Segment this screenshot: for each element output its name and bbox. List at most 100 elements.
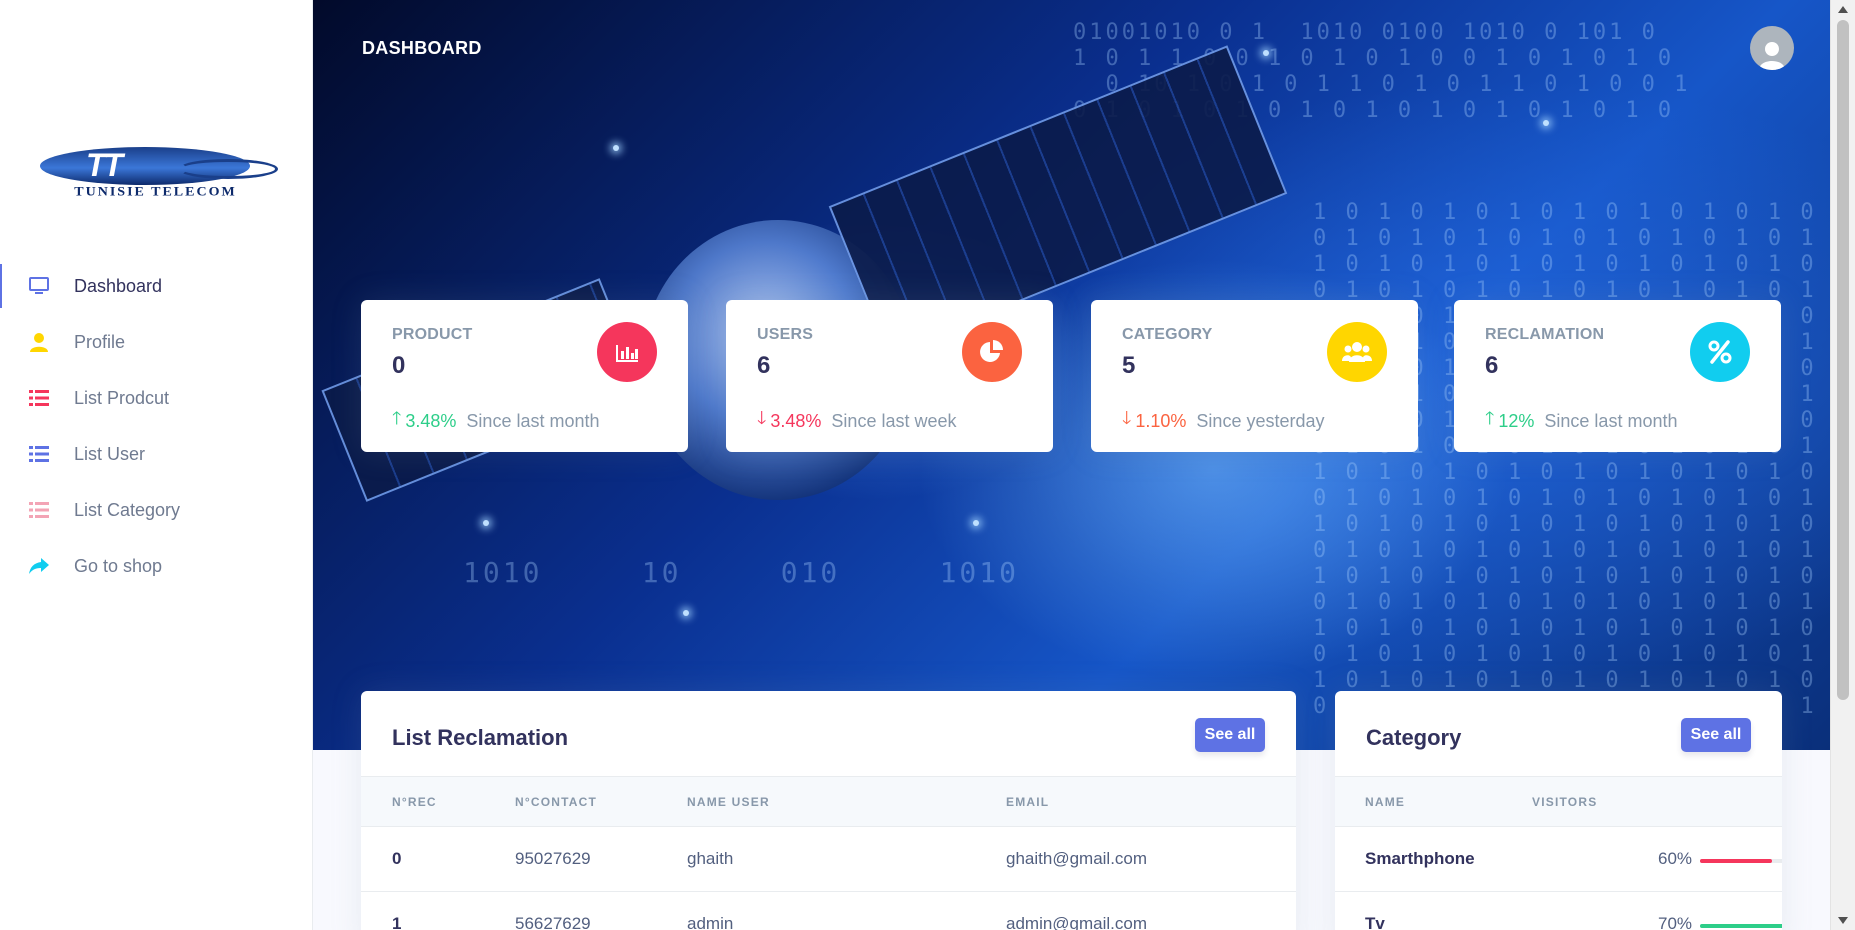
avatar[interactable] <box>1750 26 1794 70</box>
sidebar-item-label: List User <box>74 443 146 464</box>
cell-rec-number: 1 <box>392 914 402 930</box>
cell-user-name: ghaith <box>687 849 734 868</box>
progress-fill <box>1700 924 1782 928</box>
arrow-up-icon: 🡑 <box>1485 408 1495 428</box>
background-decoration <box>613 145 619 151</box>
stat-footer: 🡑 3.48% Since last month <box>392 406 600 436</box>
sidebar-item-dashboard[interactable]: Dashboard <box>0 258 313 314</box>
logo-swoosh <box>178 159 278 179</box>
column-header[interactable]: N°REC <box>392 795 437 809</box>
logo-text: TUNISIE TELECOM <box>74 185 237 200</box>
cell-visitors-percent: 60% <box>1658 849 1693 868</box>
sidebar-item-list-category[interactable]: List Category <box>0 482 313 538</box>
logo-mark: TT <box>86 147 123 183</box>
stat-since: Since last month <box>466 410 600 431</box>
cell-email: ghaith@gmail.com <box>1006 849 1148 868</box>
table-row[interactable]: Tv 70% <box>1335 892 1782 930</box>
table-header: NAME VISITORS <box>1335 777 1782 827</box>
share-arrow-icon <box>28 555 50 577</box>
table-row[interactable]: 0 95027629 ghaith ghaith@gmail.com <box>361 827 1296 892</box>
stat-footer: 🡑 12% Since last month <box>1485 406 1677 436</box>
sidebar-item-label: Profile <box>74 331 126 352</box>
scroll-down-arrow-icon[interactable] <box>1838 917 1848 924</box>
see-all-category-button[interactable]: See all <box>1681 718 1751 752</box>
stat-percent: 3.48% <box>405 410 457 431</box>
cell-contact: 95027629 <box>515 849 591 868</box>
page-scrollbar[interactable] <box>1830 0 1855 930</box>
page-title: DASHBOARD <box>362 38 482 58</box>
stat-percent: 3.48% <box>770 410 822 431</box>
stat-card-reclamation[interactable]: RECLAMATION 6 🡑 12% Since last month <box>1454 300 1781 452</box>
cell-user-name: admin <box>687 914 734 930</box>
sidebar-item-list-product[interactable]: List Prodcut <box>0 370 313 426</box>
background-decoration <box>1263 50 1269 56</box>
user-avatar-icon <box>1759 42 1785 70</box>
progress-track <box>1700 924 1782 928</box>
column-header[interactable]: NAME USER <box>687 795 770 809</box>
stat-card-category[interactable]: CATEGORY 5 🡓 1.10% Since yesterday <box>1091 300 1418 452</box>
percent-icon <box>1690 322 1750 382</box>
see-all-reclamations-button[interactable]: See all <box>1195 718 1265 752</box>
column-header[interactable]: N°CONTACT <box>515 795 597 809</box>
background-decoration <box>1543 120 1549 126</box>
sidebar-item-label: Go to shop <box>74 555 163 576</box>
user-icon <box>28 331 50 353</box>
background-decoration <box>483 520 489 526</box>
background-decoration <box>973 520 979 526</box>
pie-chart-icon <box>962 322 1022 382</box>
arrow-down-icon: 🡓 <box>1122 408 1132 428</box>
column-header[interactable]: VISITORS <box>1532 795 1597 809</box>
reclamation-table-card: List Reclamation See all N°REC N°CONTACT… <box>361 691 1296 930</box>
cell-rec-number: 0 <box>392 849 402 868</box>
sidebar-item-go-to-shop[interactable]: Go to shop <box>0 538 313 594</box>
stat-card-product[interactable]: PRODUCT 0 🡑 3.48% Since last month <box>361 300 688 452</box>
table-row[interactable]: 1 56627629 admin admin@gmail.com <box>361 892 1296 930</box>
cell-category-name: Smarthphone <box>1365 849 1475 868</box>
scroll-up-arrow-icon[interactable] <box>1838 6 1848 13</box>
card-title: Category <box>1366 725 1462 750</box>
sidebar: TT TUNISIE TELECOM Dashboard Profile Lis… <box>0 0 313 930</box>
list-icon <box>28 499 50 521</box>
category-table-card: Category See all NAME VISITORS Smarthpho… <box>1335 691 1782 930</box>
stat-since: Since last month <box>1544 410 1678 431</box>
sidebar-item-label: List Category <box>74 499 181 520</box>
stat-percent: 12% <box>1498 410 1535 431</box>
card-header: List Reclamation See all <box>361 691 1296 777</box>
cell-category-name: Tv <box>1365 914 1385 930</box>
table-row[interactable]: Smarthphone 60% <box>1335 827 1782 892</box>
background-decoration: 1 0 1 0 1 0 1 0 1 0 1 0 1 0 1 0 1 0 0 1 … <box>1313 200 1817 719</box>
sidebar-item-label: List Prodcut <box>74 387 170 408</box>
column-header[interactable]: EMAIL <box>1006 795 1049 809</box>
list-icon <box>28 443 50 465</box>
cell-contact: 56627629 <box>515 914 591 930</box>
stat-since: Since last week <box>831 410 957 431</box>
sidebar-nav: Dashboard Profile List Prodcut List User… <box>0 258 313 594</box>
stat-percent: 1.10% <box>1135 410 1187 431</box>
card-title: List Reclamation <box>392 725 569 750</box>
table-header: N°REC N°CONTACT NAME USER EMAIL <box>361 777 1296 827</box>
scroll-thumb[interactable] <box>1837 20 1849 700</box>
progress-fill <box>1700 859 1772 863</box>
sidebar-item-label: Dashboard <box>74 275 163 296</box>
cell-visitors-percent: 70% <box>1658 914 1693 930</box>
stat-footer: 🡓 1.10% Since yesterday <box>1122 406 1325 436</box>
cell-email: admin@gmail.com <box>1006 914 1148 930</box>
sidebar-item-list-user[interactable]: List User <box>0 426 313 482</box>
card-header: Category See all <box>1335 691 1782 777</box>
stats-cards: PRODUCT 0 🡑 3.48% Since last month USERS… <box>361 300 1781 452</box>
monitor-icon <box>28 275 50 297</box>
stat-footer: 🡓 3.48% Since last week <box>757 406 956 436</box>
list-icon <box>28 387 50 409</box>
stat-since: Since yesterday <box>1196 410 1325 431</box>
sidebar-item-profile[interactable]: Profile <box>0 314 313 370</box>
background-decoration <box>683 610 689 616</box>
bar-chart-icon <box>597 322 657 382</box>
arrow-down-icon: 🡓 <box>757 408 767 428</box>
column-header[interactable]: NAME <box>1365 795 1405 809</box>
background-decoration: 1010 10 010 1010 <box>463 556 1020 589</box>
arrow-up-icon: 🡑 <box>392 408 402 428</box>
users-icon <box>1327 322 1387 382</box>
progress-track <box>1700 859 1782 863</box>
stat-card-users[interactable]: USERS 6 🡓 3.48% Since last week <box>726 300 1053 452</box>
tunisie-telecom-logo[interactable]: TT TUNISIE TELECOM <box>28 145 283 201</box>
